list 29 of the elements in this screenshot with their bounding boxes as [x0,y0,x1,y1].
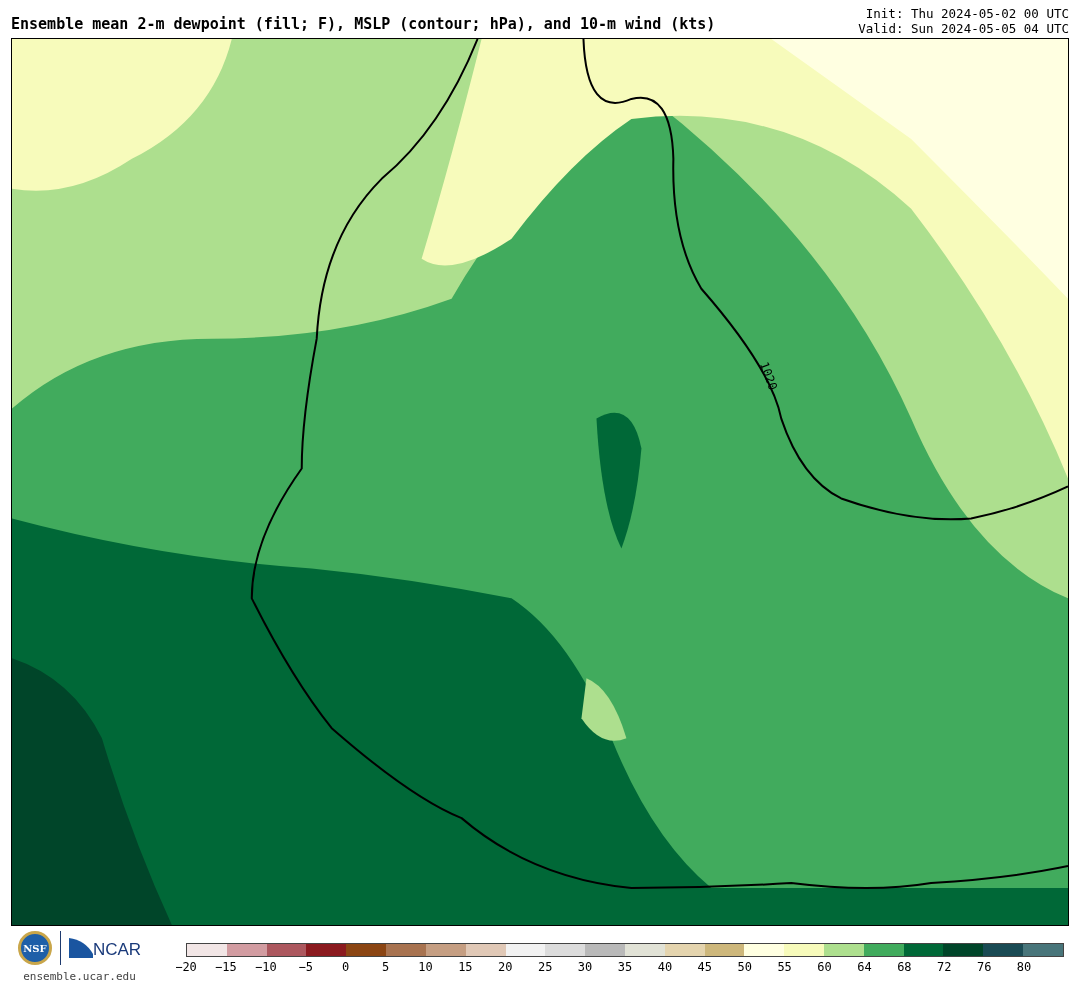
tick-label: 72 [937,959,952,976]
tick-label: 20 [498,959,513,976]
tick-label: 45 [697,959,713,976]
site-url: ensemble.ucar.edu [23,969,136,985]
tick-label: −10 [254,959,277,976]
tick-label: 10 [418,959,433,976]
tick-label: −15 [215,959,237,976]
tick-label: 50 [737,959,752,976]
tick-label: 40 [657,959,673,976]
chart-title: Ensemble mean 2-m dewpoint (fill; F), MSLP (contour; hPa), and 10-m wind (kts) [11,17,716,35]
tick-label: 15 [458,959,473,976]
tick-label: 64 [857,959,872,976]
ncar-logo-icon [68,938,93,958]
tick-label: 76 [976,959,992,976]
tick-label: 25 [537,959,553,976]
tick-label: −5 [298,959,313,976]
tick-label: 68 [897,959,912,976]
tick-label: 0 [342,959,350,976]
valid-time: Valid: Sun 2024-05-05 04 UTC [858,21,1069,36]
init-time: Init: Thu 2024-05-02 00 UTC [865,6,1069,21]
nsf-logo: NSF [17,931,52,965]
ncar-logo: NCAR [92,941,142,958]
tick-label: 55 [777,959,792,976]
tick-label: 60 [817,959,832,976]
tick-label: 35 [617,959,633,976]
tick-label: −20 [175,959,197,976]
tick-label: 30 [577,959,593,976]
tick-label: 5 [381,959,390,976]
tick-label: 80 [1016,959,1032,976]
